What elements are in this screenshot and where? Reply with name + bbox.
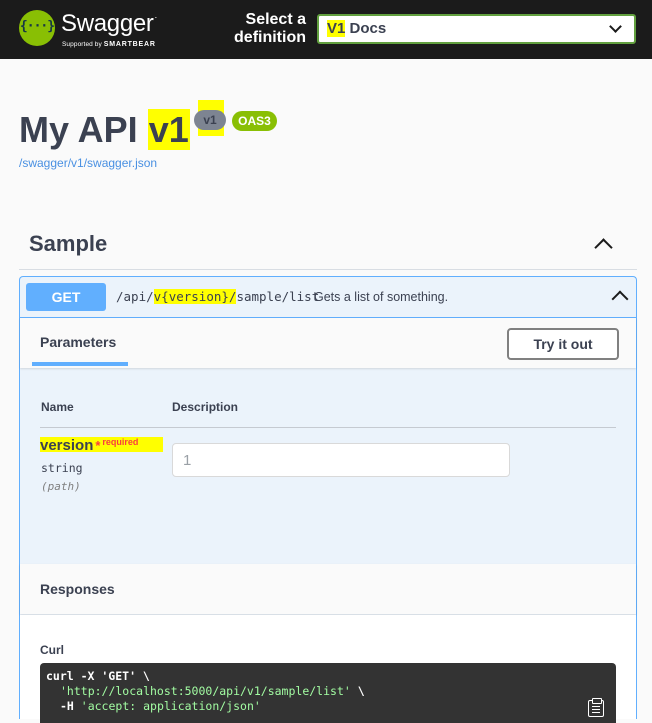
parameter-location: (path) [41,480,81,493]
required-star: * [95,438,101,453]
required-label: required [102,437,139,447]
column-header-name: Name [41,400,74,414]
responses-body: Curl curl -X 'GET' \ 'http://localhost:5… [20,615,636,723]
copy-to-clipboard-icon[interactable] [588,698,604,717]
operation-path: /api/v{version}/sample/list [116,289,320,304]
curl-code-block[interactable]: curl -X 'GET' \ 'http://localhost:5000/a… [40,663,616,723]
tag-title: Sample [29,231,108,256]
divider [40,427,616,428]
chevron-up-icon[interactable] [594,238,613,257]
tab-parameters[interactable]: Parameters [40,334,116,350]
definition-select-value: V1 Docs [327,20,387,37]
curl-label: Curl [40,643,64,657]
definition-select[interactable]: V1 Docs [317,14,636,44]
operation-summary-text: Gets a list of something. [314,290,449,304]
tag-header[interactable]: Sample [19,225,637,270]
chevron-up-icon[interactable] [611,290,629,308]
spec-link[interactable]: /swagger/v1/swagger.json [19,156,157,170]
version-input[interactable] [172,443,510,477]
page-title: My API v1 [19,109,190,150]
brand-name[interactable]: Swagger. [61,10,157,38]
curl-line-2: 'http://localhost:5000/api/v1/sample/lis… [60,684,365,698]
curl-line-1: curl -X 'GET' \ [46,669,150,683]
parameters-header: Parameters Try it out [20,318,636,368]
operation-block: GET /api/v{version}/sample/list Gets a l… [19,276,637,723]
parameter-name: version * required [40,437,163,454]
logo-glyph: {···} [19,19,55,34]
responses-header: Responses [20,564,636,614]
try-it-out-button[interactable]: Try it out [507,328,619,360]
version-badge: v1 [194,110,226,130]
operation-summary[interactable]: GET /api/v{version}/sample/list Gets a l… [20,277,636,318]
method-badge: GET [26,283,106,311]
select-definition-label: Select a definition [234,11,306,46]
chevron-down-icon [609,20,622,33]
swagger-logo-icon[interactable]: {···} [19,10,55,46]
curl-line-3: -H 'accept: application/json' [60,699,261,713]
column-header-description: Description [172,400,239,414]
tab-underline [32,362,128,366]
responses-title: Responses [40,581,115,597]
parameter-type: string [41,461,83,475]
topbar: {···} Swagger. Supported by SMARTBEAR Se… [0,0,652,59]
oas-badge: OAS3 [232,111,277,131]
brand-subtitle: Supported by SMARTBEAR [62,41,156,48]
